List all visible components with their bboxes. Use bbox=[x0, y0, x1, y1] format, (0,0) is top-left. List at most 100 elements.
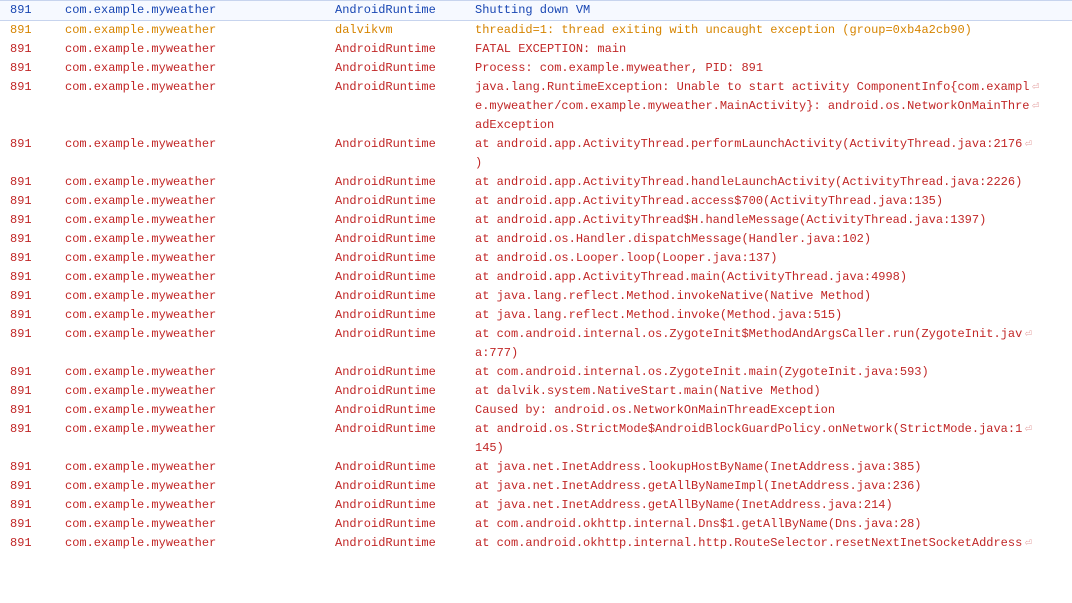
log-package: com.example.myweather bbox=[65, 458, 335, 477]
log-message: 145) bbox=[475, 439, 1072, 458]
log-row[interactable]: 891com.example.myweatherAndroidRuntimeat… bbox=[0, 382, 1072, 401]
log-row[interactable]: 891com.example.myweatherAndroidRuntimeat… bbox=[0, 211, 1072, 230]
log-pid: 891 bbox=[0, 534, 65, 553]
log-message-text: Shutting down VM bbox=[475, 3, 590, 17]
log-pid: 891 bbox=[0, 135, 65, 154]
log-row[interactable]: 891com.example.myweatherAndroidRuntimeCa… bbox=[0, 401, 1072, 420]
log-row[interactable]: adException bbox=[0, 116, 1072, 135]
log-package: com.example.myweather bbox=[65, 496, 335, 515]
log-package: com.example.myweather bbox=[65, 401, 335, 420]
log-message-text: at com.android.internal.os.ZygoteInit.ma… bbox=[475, 365, 929, 379]
log-package: com.example.myweather bbox=[65, 515, 335, 534]
log-row[interactable]: 891com.example.myweatherAndroidRuntimeat… bbox=[0, 363, 1072, 382]
log-message-text: ) bbox=[475, 156, 482, 170]
log-message-text: at android.os.Handler.dispatchMessage(Ha… bbox=[475, 232, 871, 246]
log-message-text: at java.net.InetAddress.getAllByNameImpl… bbox=[475, 479, 921, 493]
log-message: at android.os.StrictMode$AndroidBlockGua… bbox=[475, 420, 1072, 439]
log-row[interactable]: 891com.example.myweatherAndroidRuntimeat… bbox=[0, 192, 1072, 211]
log-message-text: Caused by: android.os.NetworkOnMainThrea… bbox=[475, 403, 835, 417]
log-tag: AndroidRuntime bbox=[335, 1, 475, 21]
log-pid: 891 bbox=[0, 477, 65, 496]
log-tag: AndroidRuntime bbox=[335, 59, 475, 78]
line-wrap-icon: ⏎ bbox=[1032, 78, 1040, 97]
log-pid: 891 bbox=[0, 363, 65, 382]
log-row[interactable]: 891com.example.myweatherAndroidRuntimeat… bbox=[0, 458, 1072, 477]
line-wrap-icon: ⏎ bbox=[1024, 135, 1032, 154]
log-tag: AndroidRuntime bbox=[335, 287, 475, 306]
log-row[interactable]: 891com.example.myweatherAndroidRuntimeat… bbox=[0, 173, 1072, 192]
log-message-text: e.myweather/com.example.myweather.MainAc… bbox=[475, 99, 1030, 113]
log-row[interactable]: e.myweather/com.example.myweather.MainAc… bbox=[0, 97, 1072, 116]
log-tag bbox=[335, 344, 475, 363]
log-message-text: at android.app.ActivityThread.handleLaun… bbox=[475, 175, 1022, 189]
log-package: com.example.myweather bbox=[65, 382, 335, 401]
log-pid bbox=[0, 154, 65, 173]
log-pid: 891 bbox=[0, 325, 65, 344]
log-message-text: 145) bbox=[475, 441, 504, 455]
log-package: com.example.myweather bbox=[65, 230, 335, 249]
log-row[interactable]: a:777) bbox=[0, 344, 1072, 363]
log-tag bbox=[335, 97, 475, 116]
log-row[interactable]: 891com.example.myweatherAndroidRuntimeat… bbox=[0, 496, 1072, 515]
logcat-table: 891com.example.myweatherAndroidRuntimeSh… bbox=[0, 0, 1072, 553]
log-pid: 891 bbox=[0, 515, 65, 534]
log-message: at com.android.okhttp.internal.http.Rout… bbox=[475, 534, 1072, 553]
log-package: com.example.myweather bbox=[65, 40, 335, 59]
log-row[interactable]: 891com.example.myweatherAndroidRuntimeat… bbox=[0, 287, 1072, 306]
log-message-text: at com.android.internal.os.ZygoteInit$Me… bbox=[475, 327, 1022, 341]
log-row[interactable]: 145) bbox=[0, 439, 1072, 458]
log-row[interactable]: 891com.example.myweatherdalvikvmthreadid… bbox=[0, 21, 1072, 41]
log-row[interactable]: 891com.example.myweatherAndroidRuntimeSh… bbox=[0, 1, 1072, 21]
log-tag: AndroidRuntime bbox=[335, 515, 475, 534]
log-package: com.example.myweather bbox=[65, 1, 335, 21]
log-package: com.example.myweather bbox=[65, 287, 335, 306]
log-message: at com.android.internal.os.ZygoteInit$Me… bbox=[475, 325, 1072, 344]
log-row[interactable]: ) bbox=[0, 154, 1072, 173]
log-package: com.example.myweather bbox=[65, 211, 335, 230]
log-tag: AndroidRuntime bbox=[335, 363, 475, 382]
log-row[interactable]: 891com.example.myweatherAndroidRuntimePr… bbox=[0, 59, 1072, 78]
log-message-text: threadid=1: thread exiting with uncaught… bbox=[475, 23, 972, 37]
log-message: at android.os.Looper.loop(Looper.java:13… bbox=[475, 249, 1072, 268]
log-message-text: at java.net.InetAddress.getAllByName(Ine… bbox=[475, 498, 893, 512]
log-package: com.example.myweather bbox=[65, 420, 335, 439]
log-package: com.example.myweather bbox=[65, 78, 335, 97]
log-message-text: FATAL EXCEPTION: main bbox=[475, 42, 626, 56]
log-row[interactable]: 891com.example.myweatherAndroidRuntimeat… bbox=[0, 420, 1072, 439]
log-row[interactable]: 891com.example.myweatherAndroidRuntimeat… bbox=[0, 534, 1072, 553]
log-message: at android.app.ActivityThread$H.handleMe… bbox=[475, 211, 1072, 230]
log-package bbox=[65, 116, 335, 135]
log-tag: AndroidRuntime bbox=[335, 192, 475, 211]
log-message: java.lang.RuntimeException: Unable to st… bbox=[475, 78, 1072, 97]
log-pid: 891 bbox=[0, 192, 65, 211]
log-package: com.example.myweather bbox=[65, 325, 335, 344]
log-row[interactable]: 891com.example.myweatherAndroidRuntimeat… bbox=[0, 515, 1072, 534]
log-row[interactable]: 891com.example.myweatherAndroidRuntimeat… bbox=[0, 325, 1072, 344]
log-message: at com.android.okhttp.internal.Dns$1.get… bbox=[475, 515, 1072, 534]
log-row[interactable]: 891com.example.myweatherAndroidRuntimeat… bbox=[0, 249, 1072, 268]
log-pid: 891 bbox=[0, 458, 65, 477]
log-pid: 891 bbox=[0, 306, 65, 325]
log-message: FATAL EXCEPTION: main bbox=[475, 40, 1072, 59]
log-package: com.example.myweather bbox=[65, 306, 335, 325]
log-message-text: at android.os.StrictMode$AndroidBlockGua… bbox=[475, 422, 1022, 436]
log-message: ) bbox=[475, 154, 1072, 173]
log-tag: AndroidRuntime bbox=[335, 40, 475, 59]
log-message: at android.app.ActivityThread.performLau… bbox=[475, 135, 1072, 154]
log-package: com.example.myweather bbox=[65, 477, 335, 496]
log-message: adException bbox=[475, 116, 1072, 135]
log-tag: AndroidRuntime bbox=[335, 78, 475, 97]
log-row[interactable]: 891com.example.myweatherAndroidRuntimeat… bbox=[0, 477, 1072, 496]
log-row[interactable]: 891com.example.myweatherAndroidRuntimeat… bbox=[0, 135, 1072, 154]
log-row[interactable]: 891com.example.myweatherAndroidRuntimeat… bbox=[0, 268, 1072, 287]
line-wrap-icon: ⏎ bbox=[1032, 97, 1040, 116]
log-message-text: at java.lang.reflect.Method.invokeNative… bbox=[475, 289, 871, 303]
log-package: com.example.myweather bbox=[65, 135, 335, 154]
log-row[interactable]: 891com.example.myweatherAndroidRuntimeja… bbox=[0, 78, 1072, 97]
log-row[interactable]: 891com.example.myweatherAndroidRuntimeat… bbox=[0, 306, 1072, 325]
log-row[interactable]: 891com.example.myweatherAndroidRuntimeFA… bbox=[0, 40, 1072, 59]
log-package: com.example.myweather bbox=[65, 173, 335, 192]
log-tag bbox=[335, 154, 475, 173]
log-message: e.myweather/com.example.myweather.MainAc… bbox=[475, 97, 1072, 116]
log-row[interactable]: 891com.example.myweatherAndroidRuntimeat… bbox=[0, 230, 1072, 249]
